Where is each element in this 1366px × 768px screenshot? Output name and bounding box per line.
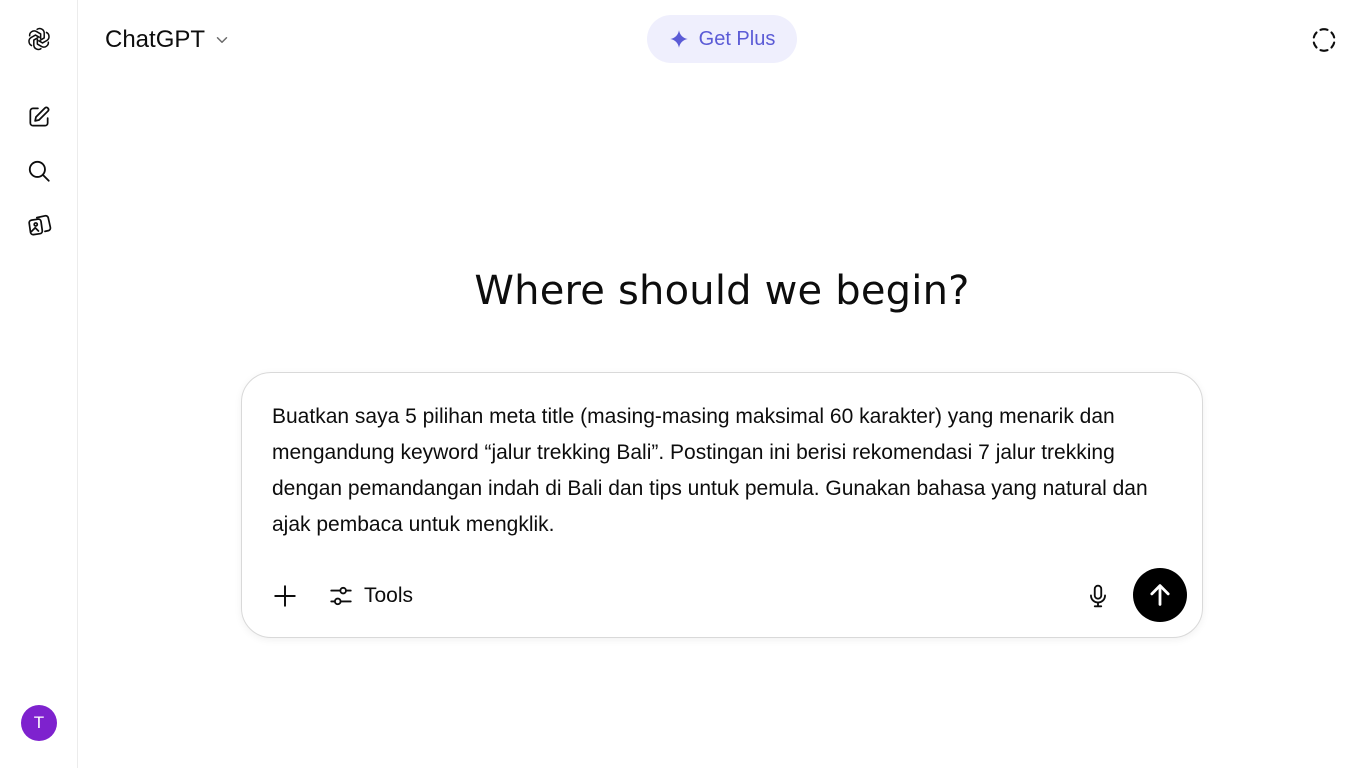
temporary-chat-button[interactable] [1304,20,1344,60]
search-icon [28,160,50,182]
model-switcher[interactable]: ChatGPT [96,20,240,60]
get-plus-button[interactable]: Get Plus [647,15,797,63]
arrow-up-icon [1150,584,1170,606]
new-chat-icon [29,106,50,127]
avatar[interactable]: T [21,705,57,741]
chatgpt-app: T ChatGPT Get Plus Where should we begin… [0,0,1366,768]
openai-logo-button[interactable] [19,19,59,59]
dashed-circle-icon [1312,28,1336,52]
chevron-down-icon [216,37,228,43]
dictate-button[interactable] [1078,576,1118,616]
library-icon [28,214,52,236]
search-button[interactable] [19,151,59,191]
page-title: Where should we begin? [474,268,970,314]
tools-label: Tools [364,584,414,607]
model-name: ChatGPT [105,26,206,53]
microphone-icon [1090,584,1106,608]
send-button[interactable] [1133,568,1187,622]
prompt-input[interactable]: Buatkan saya 5 pilihan meta title (masin… [272,399,1152,543]
tools-button[interactable]: Tools [322,577,419,615]
library-button[interactable] [19,205,59,245]
plus-icon [274,585,296,607]
sidebar-rail: T [0,0,78,768]
composer: Buatkan saya 5 pilihan meta title (masin… [241,372,1203,638]
add-attachment-button[interactable] [266,577,304,615]
new-chat-button[interactable] [19,97,59,137]
sliders-icon [330,586,352,606]
openai-logo-icon [28,27,50,51]
sparkle-icon [669,30,688,48]
get-plus-label: Get Plus [698,27,776,50]
